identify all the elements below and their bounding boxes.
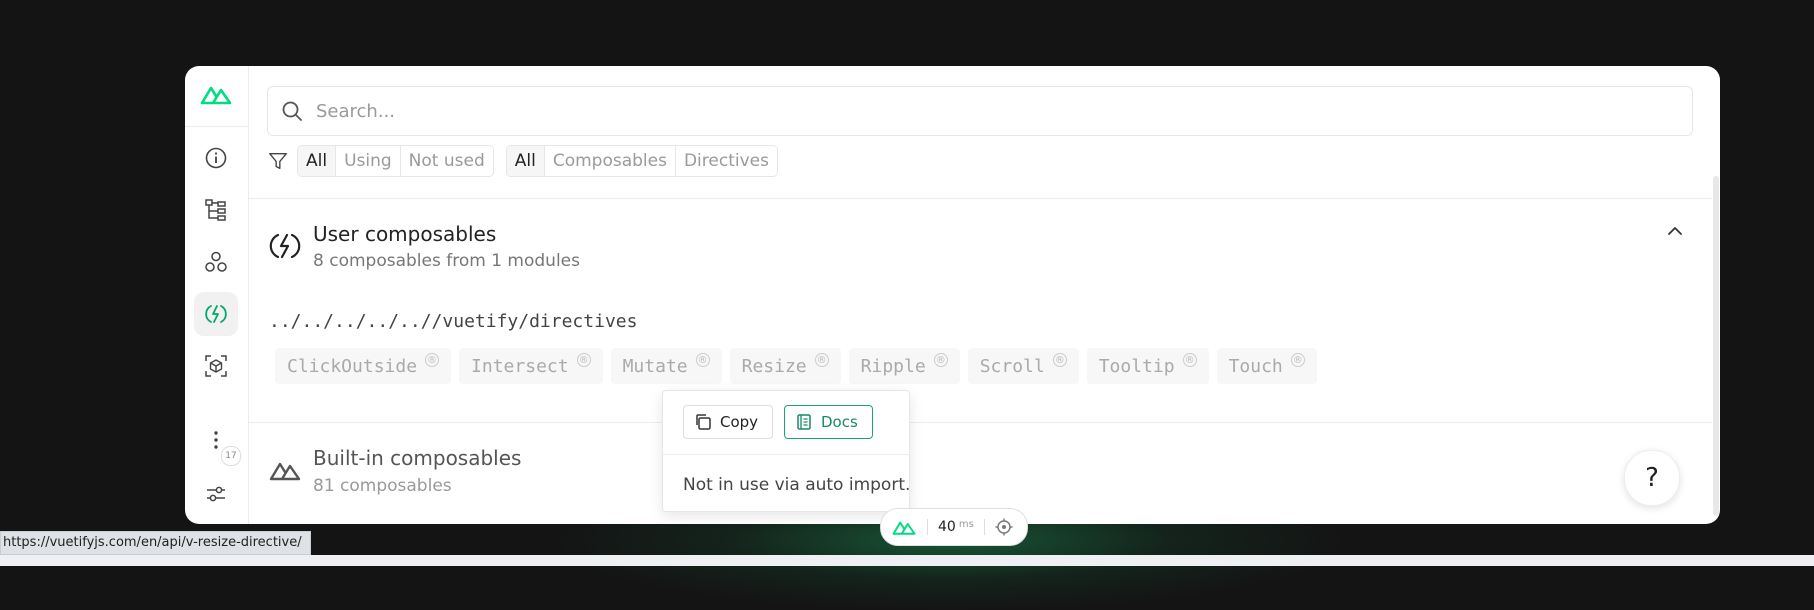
- registered-icon: ®: [425, 353, 440, 367]
- sidebar-item-overview[interactable]: [194, 136, 238, 180]
- inspect-target-icon[interactable]: [995, 518, 1013, 536]
- nuxt-logo-icon: [269, 462, 301, 481]
- user-composables-title[interactable]: User composables: [313, 222, 496, 246]
- sidebar-divider: [185, 126, 248, 127]
- registered-icon: ®: [933, 353, 948, 367]
- pill-divider: [983, 519, 985, 535]
- sidebar-item-assets[interactable]: [194, 344, 238, 388]
- browser-status-url: https://vuetifyjs.com/en/api/v-resize-di…: [0, 531, 311, 555]
- chip-label: ClickOutside: [287, 355, 418, 377]
- nuxt-logo-icon[interactable]: [891, 518, 917, 536]
- chip-label: Scroll: [979, 355, 1045, 377]
- browser-bottom-strip: [0, 555, 1814, 566]
- builtin-composables-title[interactable]: Built-in composables: [313, 446, 521, 470]
- user-composables-subtitle: 8 composables from 1 modules: [313, 251, 580, 271]
- composable-chip-scroll[interactable]: Scroll ®: [967, 348, 1079, 384]
- registered-icon: ®: [695, 353, 710, 367]
- more-count-badge: 17: [221, 446, 241, 466]
- pill-divider: [927, 519, 928, 535]
- chevron-up-icon[interactable]: [1666, 222, 1684, 240]
- composable-chip-clickoutside[interactable]: ClickOutside ®: [275, 348, 452, 384]
- registered-icon: ®: [1290, 353, 1305, 367]
- copy-button[interactable]: Copy: [683, 405, 773, 439]
- usage-filter-group: All Using Not used: [297, 145, 494, 177]
- filter-kind-directives[interactable]: Directives: [676, 146, 777, 176]
- composable-chip-touch[interactable]: Touch ®: [1216, 348, 1317, 384]
- composable-chip-resize[interactable]: Resize ®: [729, 348, 841, 384]
- filter-usage-not-used[interactable]: Not used: [401, 146, 493, 176]
- sidebar-item-settings[interactable]: [194, 472, 238, 516]
- sidebar-item-modules[interactable]: [194, 240, 238, 284]
- sidebar-item-components[interactable]: [194, 188, 238, 232]
- info-icon: [205, 147, 227, 169]
- kind-filter-group: All Composables Directives: [505, 145, 778, 177]
- filter-icon: [269, 152, 287, 170]
- builtin-composables-subtitle: 81 composables: [313, 476, 452, 496]
- scrollbar[interactable]: [1712, 176, 1720, 516]
- copy-label: Copy: [720, 413, 759, 431]
- cube-scan-icon: [205, 355, 227, 377]
- registered-icon: ®: [814, 353, 829, 367]
- popup-note: Not in use via auto import.: [683, 475, 911, 495]
- chip-label: Tooltip: [1098, 355, 1175, 377]
- chip-label: Ripple: [860, 355, 926, 377]
- divider: [249, 422, 1712, 423]
- search-icon: [282, 101, 302, 121]
- composable-popup: Copy Docs Not in use via auto import.: [662, 390, 910, 512]
- sidebar: 17: [185, 66, 249, 524]
- module-path: ../../../../..//vuetify/directives: [269, 311, 638, 332]
- composable-chip-ripple[interactable]: Ripple ®: [848, 348, 960, 384]
- devtools-window: 17 All Using Not used All Composables Di…: [185, 66, 1720, 524]
- filter-kind-all[interactable]: All: [506, 146, 545, 176]
- chip-label: Intersect: [471, 355, 569, 377]
- devtools-toggle-pill[interactable]: 40 ms: [880, 508, 1028, 546]
- chip-label: Resize: [741, 355, 807, 377]
- composable-chip-tooltip[interactable]: Tooltip ®: [1086, 348, 1209, 384]
- help-button[interactable]: ?: [1624, 450, 1680, 506]
- user-composables-icon: [269, 233, 301, 259]
- filter-row: All Using Not used All Composables Direc…: [267, 145, 790, 177]
- registered-icon: ®: [1052, 353, 1067, 367]
- nuxt-logo-icon[interactable]: [200, 82, 232, 106]
- chip-label: Touch: [1228, 355, 1283, 377]
- composable-chip-mutate[interactable]: Mutate ®: [610, 348, 722, 384]
- registered-icon: ®: [1182, 353, 1197, 367]
- search-bar[interactable]: [267, 86, 1693, 136]
- filter-kind-composables[interactable]: Composables: [545, 146, 676, 176]
- main-panel: All Using Not used All Composables Direc…: [249, 66, 1712, 524]
- sidebar-item-imports[interactable]: [194, 292, 238, 336]
- tree-icon: [205, 199, 226, 221]
- docs-button[interactable]: Docs: [784, 405, 873, 439]
- docs-label: Docs: [821, 413, 858, 431]
- render-time-value: 40: [938, 519, 956, 535]
- copy-icon: [696, 414, 711, 430]
- chip-label: Mutate: [622, 355, 688, 377]
- registered-icon: ®: [576, 353, 591, 367]
- search-input[interactable]: [314, 99, 1618, 123]
- book-icon: [797, 414, 811, 430]
- composable-chip-intersect[interactable]: Intersect ®: [459, 348, 603, 384]
- composables-icon: [205, 305, 227, 323]
- filter-usage-all[interactable]: All: [298, 146, 337, 176]
- sliders-icon: [207, 486, 225, 502]
- composable-list: ClickOutside ® Intersect ® Mutate ® Resize ®…: [275, 348, 1325, 384]
- filter-usage-using[interactable]: Using: [336, 146, 401, 176]
- divider: [249, 198, 1712, 199]
- popup-divider: [663, 454, 909, 455]
- render-time-unit: ms: [958, 518, 974, 530]
- modules-icon: [205, 251, 227, 272]
